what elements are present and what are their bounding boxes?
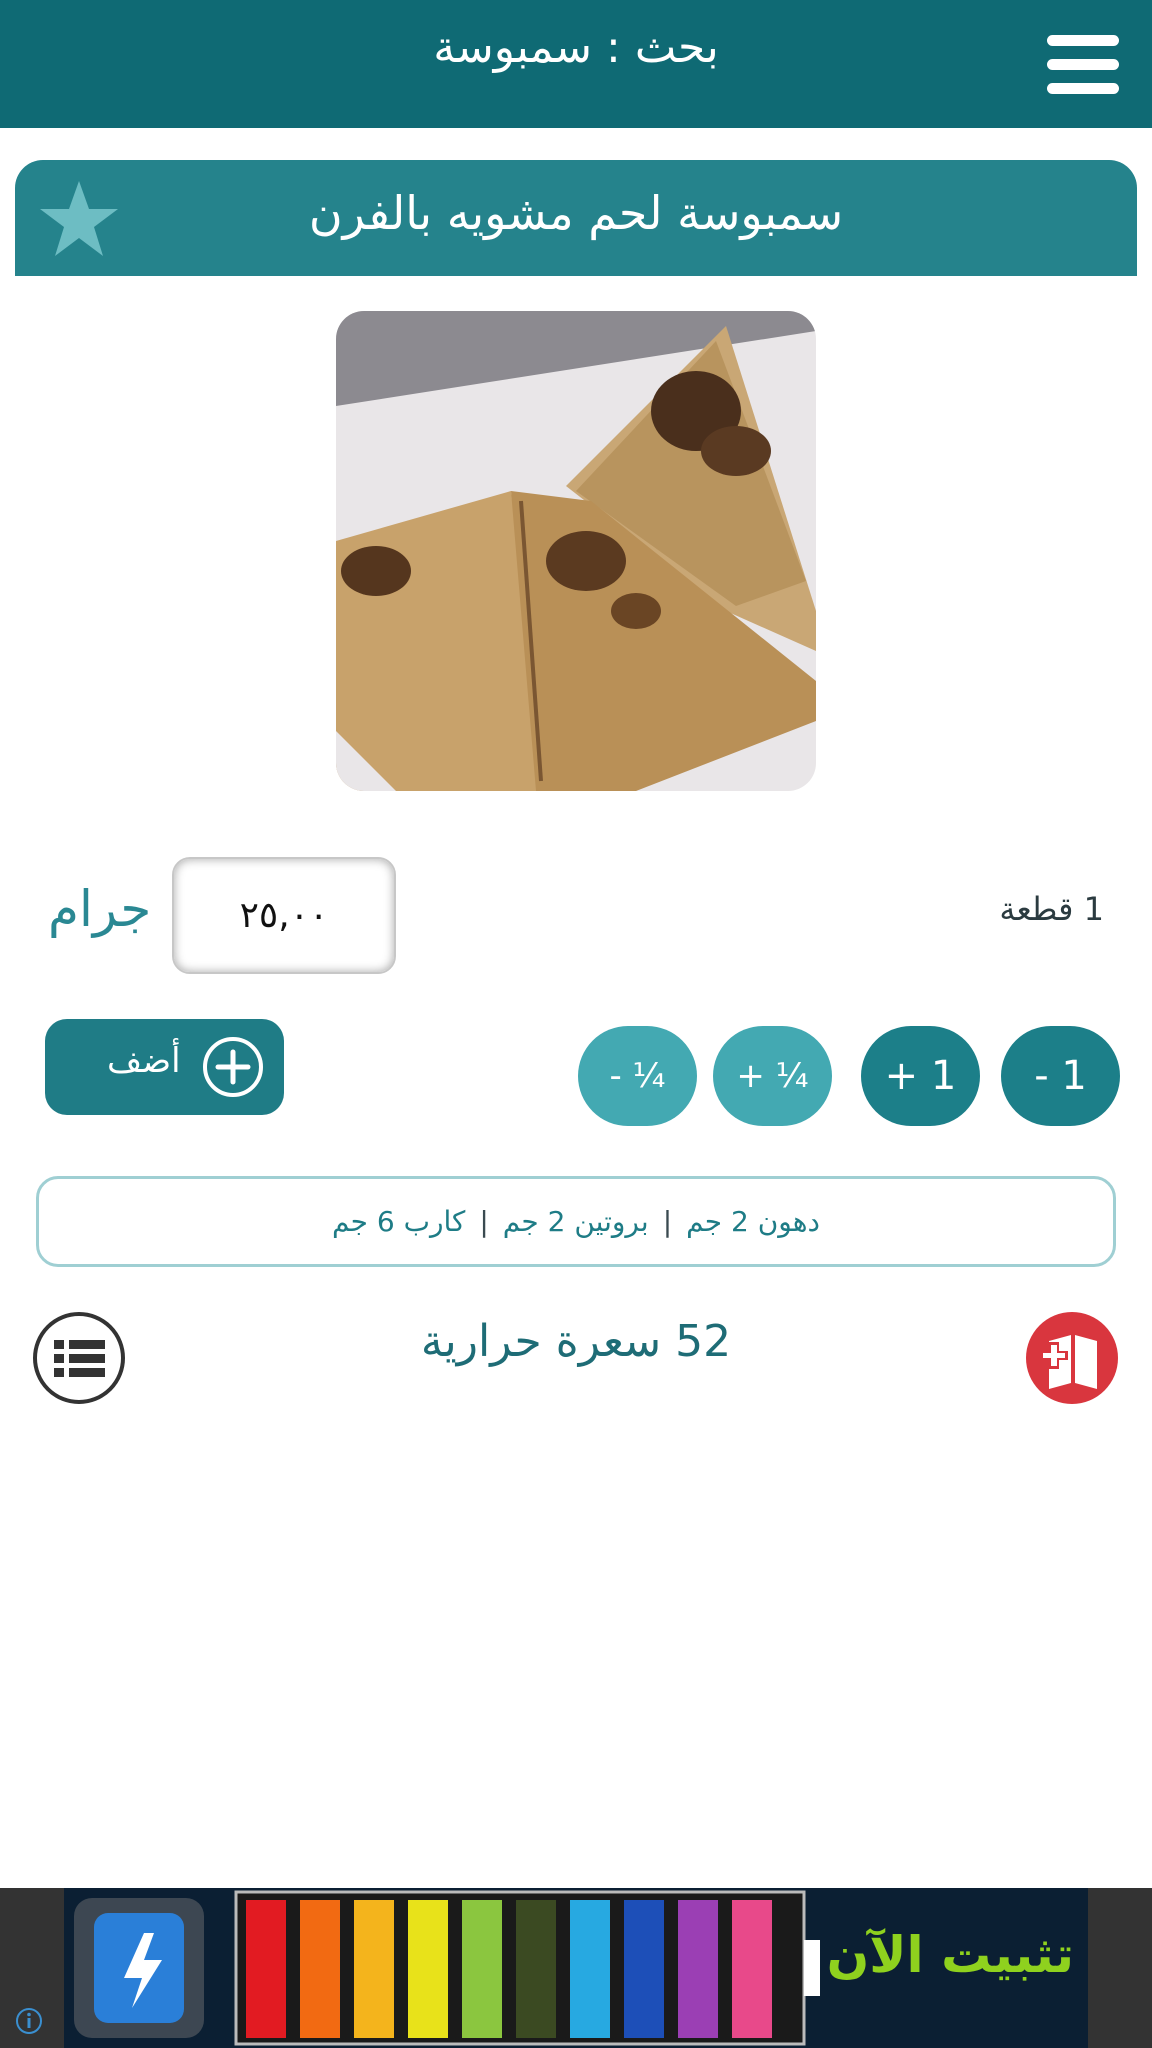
hamburger-menu-icon[interactable] [1047, 35, 1119, 95]
add-button[interactable]: أضف [45, 1019, 284, 1115]
separator: | [479, 1205, 489, 1238]
fat-value: دهون 2 جم [686, 1205, 820, 1238]
plus-quarter-button[interactable]: + ¼ [713, 1026, 832, 1126]
food-photo [336, 311, 816, 791]
quantity-input[interactable] [172, 857, 396, 974]
ad-content[interactable]: تثبيت الآن [64, 1888, 1088, 2048]
search-title: بحث : سمبوسة [433, 22, 719, 73]
add-button-label: أضف [107, 1041, 181, 1081]
install-now-button[interactable]: تثبيت الآن [827, 1926, 1074, 1984]
calories-total: 52 سعرة حرارية [420, 1316, 732, 1367]
food-title-banner: سمبوسة لحم مشويه بالفرن [15, 160, 1137, 276]
protein-value: بروتين 2 جم [502, 1205, 649, 1238]
info-icon[interactable] [14, 2006, 44, 2036]
food-name: سمبوسة لحم مشويه بالفرن [308, 186, 844, 240]
minus-quarter-button[interactable]: - ¼ [578, 1026, 697, 1126]
minus-one-button[interactable]: - 1 [1001, 1026, 1120, 1126]
top-bar: بحث : سمبوسة [0, 0, 1152, 128]
ad-banner[interactable]: تثبيت الآن [0, 1888, 1152, 2048]
plus-circle-icon [203, 1037, 263, 1097]
carb-value: كارب 6 جم [332, 1205, 466, 1238]
serving-label[interactable]: 1 قطعة [999, 890, 1104, 928]
star-icon[interactable] [37, 178, 121, 260]
separator: | [662, 1205, 673, 1238]
add-diary-icon[interactable] [1025, 1311, 1119, 1405]
plus-one-button[interactable]: + 1 [861, 1026, 980, 1126]
nutrition-summary: دهون 2 جم | بروتين 2 جم | كارب 6 جم [36, 1176, 1116, 1267]
unit-label: جرام [48, 880, 152, 938]
